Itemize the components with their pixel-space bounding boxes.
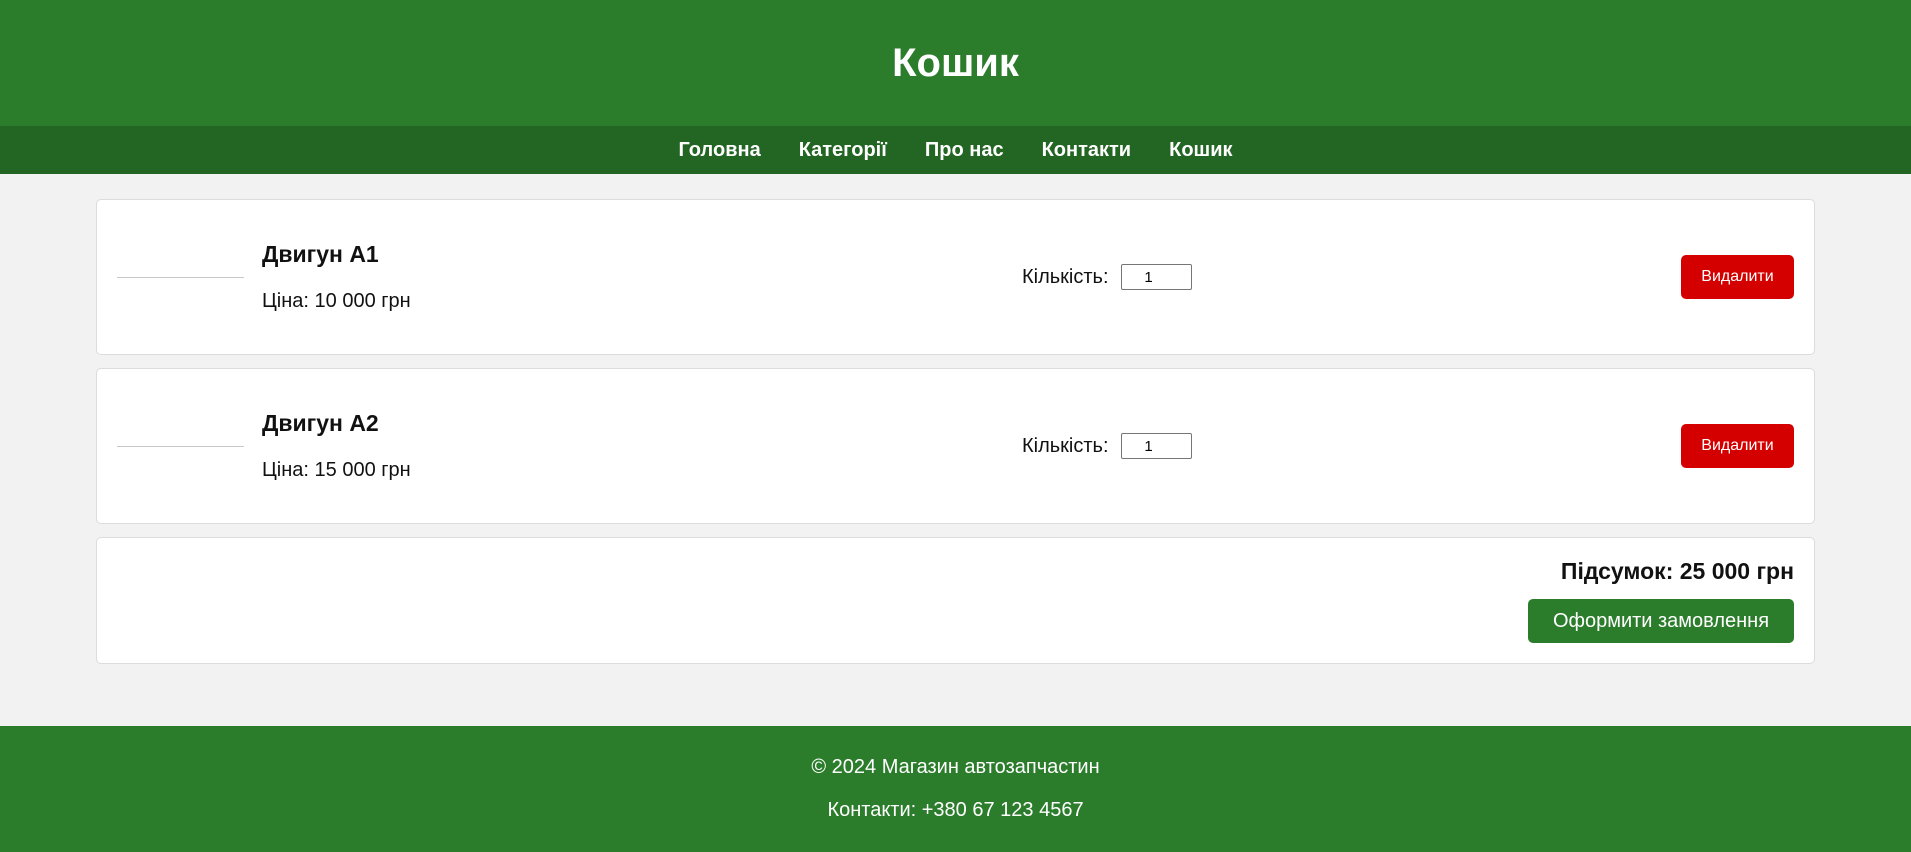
product-name: Двигун A2 <box>262 410 379 436</box>
item-info: Двигун A2 Ціна: 15 000 грн <box>262 410 1022 482</box>
cart-item: Двигун A2 Ціна: 15 000 грн Кількість: Ви… <box>96 368 1815 524</box>
site-header: Кошик <box>0 0 1911 126</box>
page-title: Кошик <box>892 40 1019 85</box>
product-price: Ціна: 10 000 грн <box>262 290 411 312</box>
quantity-control: Кількість: <box>1022 433 1192 459</box>
nav-item-home[interactable]: Головна <box>678 139 760 162</box>
nav-item-contacts[interactable]: Контакти <box>1042 139 1132 162</box>
product-image <box>117 276 244 278</box>
item-info: Двигун A1 Ціна: 10 000 грн <box>262 241 1022 313</box>
product-image <box>117 445 244 447</box>
cart-total: Підсумок: 25 000 грн <box>1560 558 1794 584</box>
checkout-button[interactable]: Оформити замовлення <box>1528 599 1794 643</box>
footer-contacts: Контакти: +380 67 123 4567 <box>827 799 1084 821</box>
quantity-control: Кількість: <box>1022 264 1192 290</box>
quantity-label: Кількість: <box>1022 434 1109 457</box>
main-nav: Головна Категорії Про нас Контакти Кошик <box>0 126 1911 174</box>
nav-item-categories[interactable]: Категорії <box>799 139 887 162</box>
cart-summary: Підсумок: 25 000 грн Оформити замовлення <box>96 537 1815 664</box>
cart-item: Двигун A1 Ціна: 10 000 грн Кількість: Ви… <box>96 199 1815 355</box>
product-price: Ціна: 15 000 грн <box>262 459 411 481</box>
quantity-label: Кількість: <box>1022 265 1109 288</box>
remove-button[interactable]: Видалити <box>1681 424 1794 468</box>
site-footer: © 2024 Магазин автозапчастин Контакти: +… <box>0 726 1911 852</box>
quantity-input[interactable] <box>1120 264 1192 290</box>
quantity-input[interactable] <box>1120 433 1192 459</box>
footer-copyright: © 2024 Магазин автозапчастин <box>811 756 1100 778</box>
nav-item-cart[interactable]: Кошик <box>1169 139 1232 162</box>
nav-item-about[interactable]: Про нас <box>925 139 1004 162</box>
remove-button[interactable]: Видалити <box>1681 255 1794 299</box>
cart-main: Двигун A1 Ціна: 10 000 грн Кількість: Ви… <box>0 174 1911 664</box>
product-name: Двигун A1 <box>262 241 379 267</box>
